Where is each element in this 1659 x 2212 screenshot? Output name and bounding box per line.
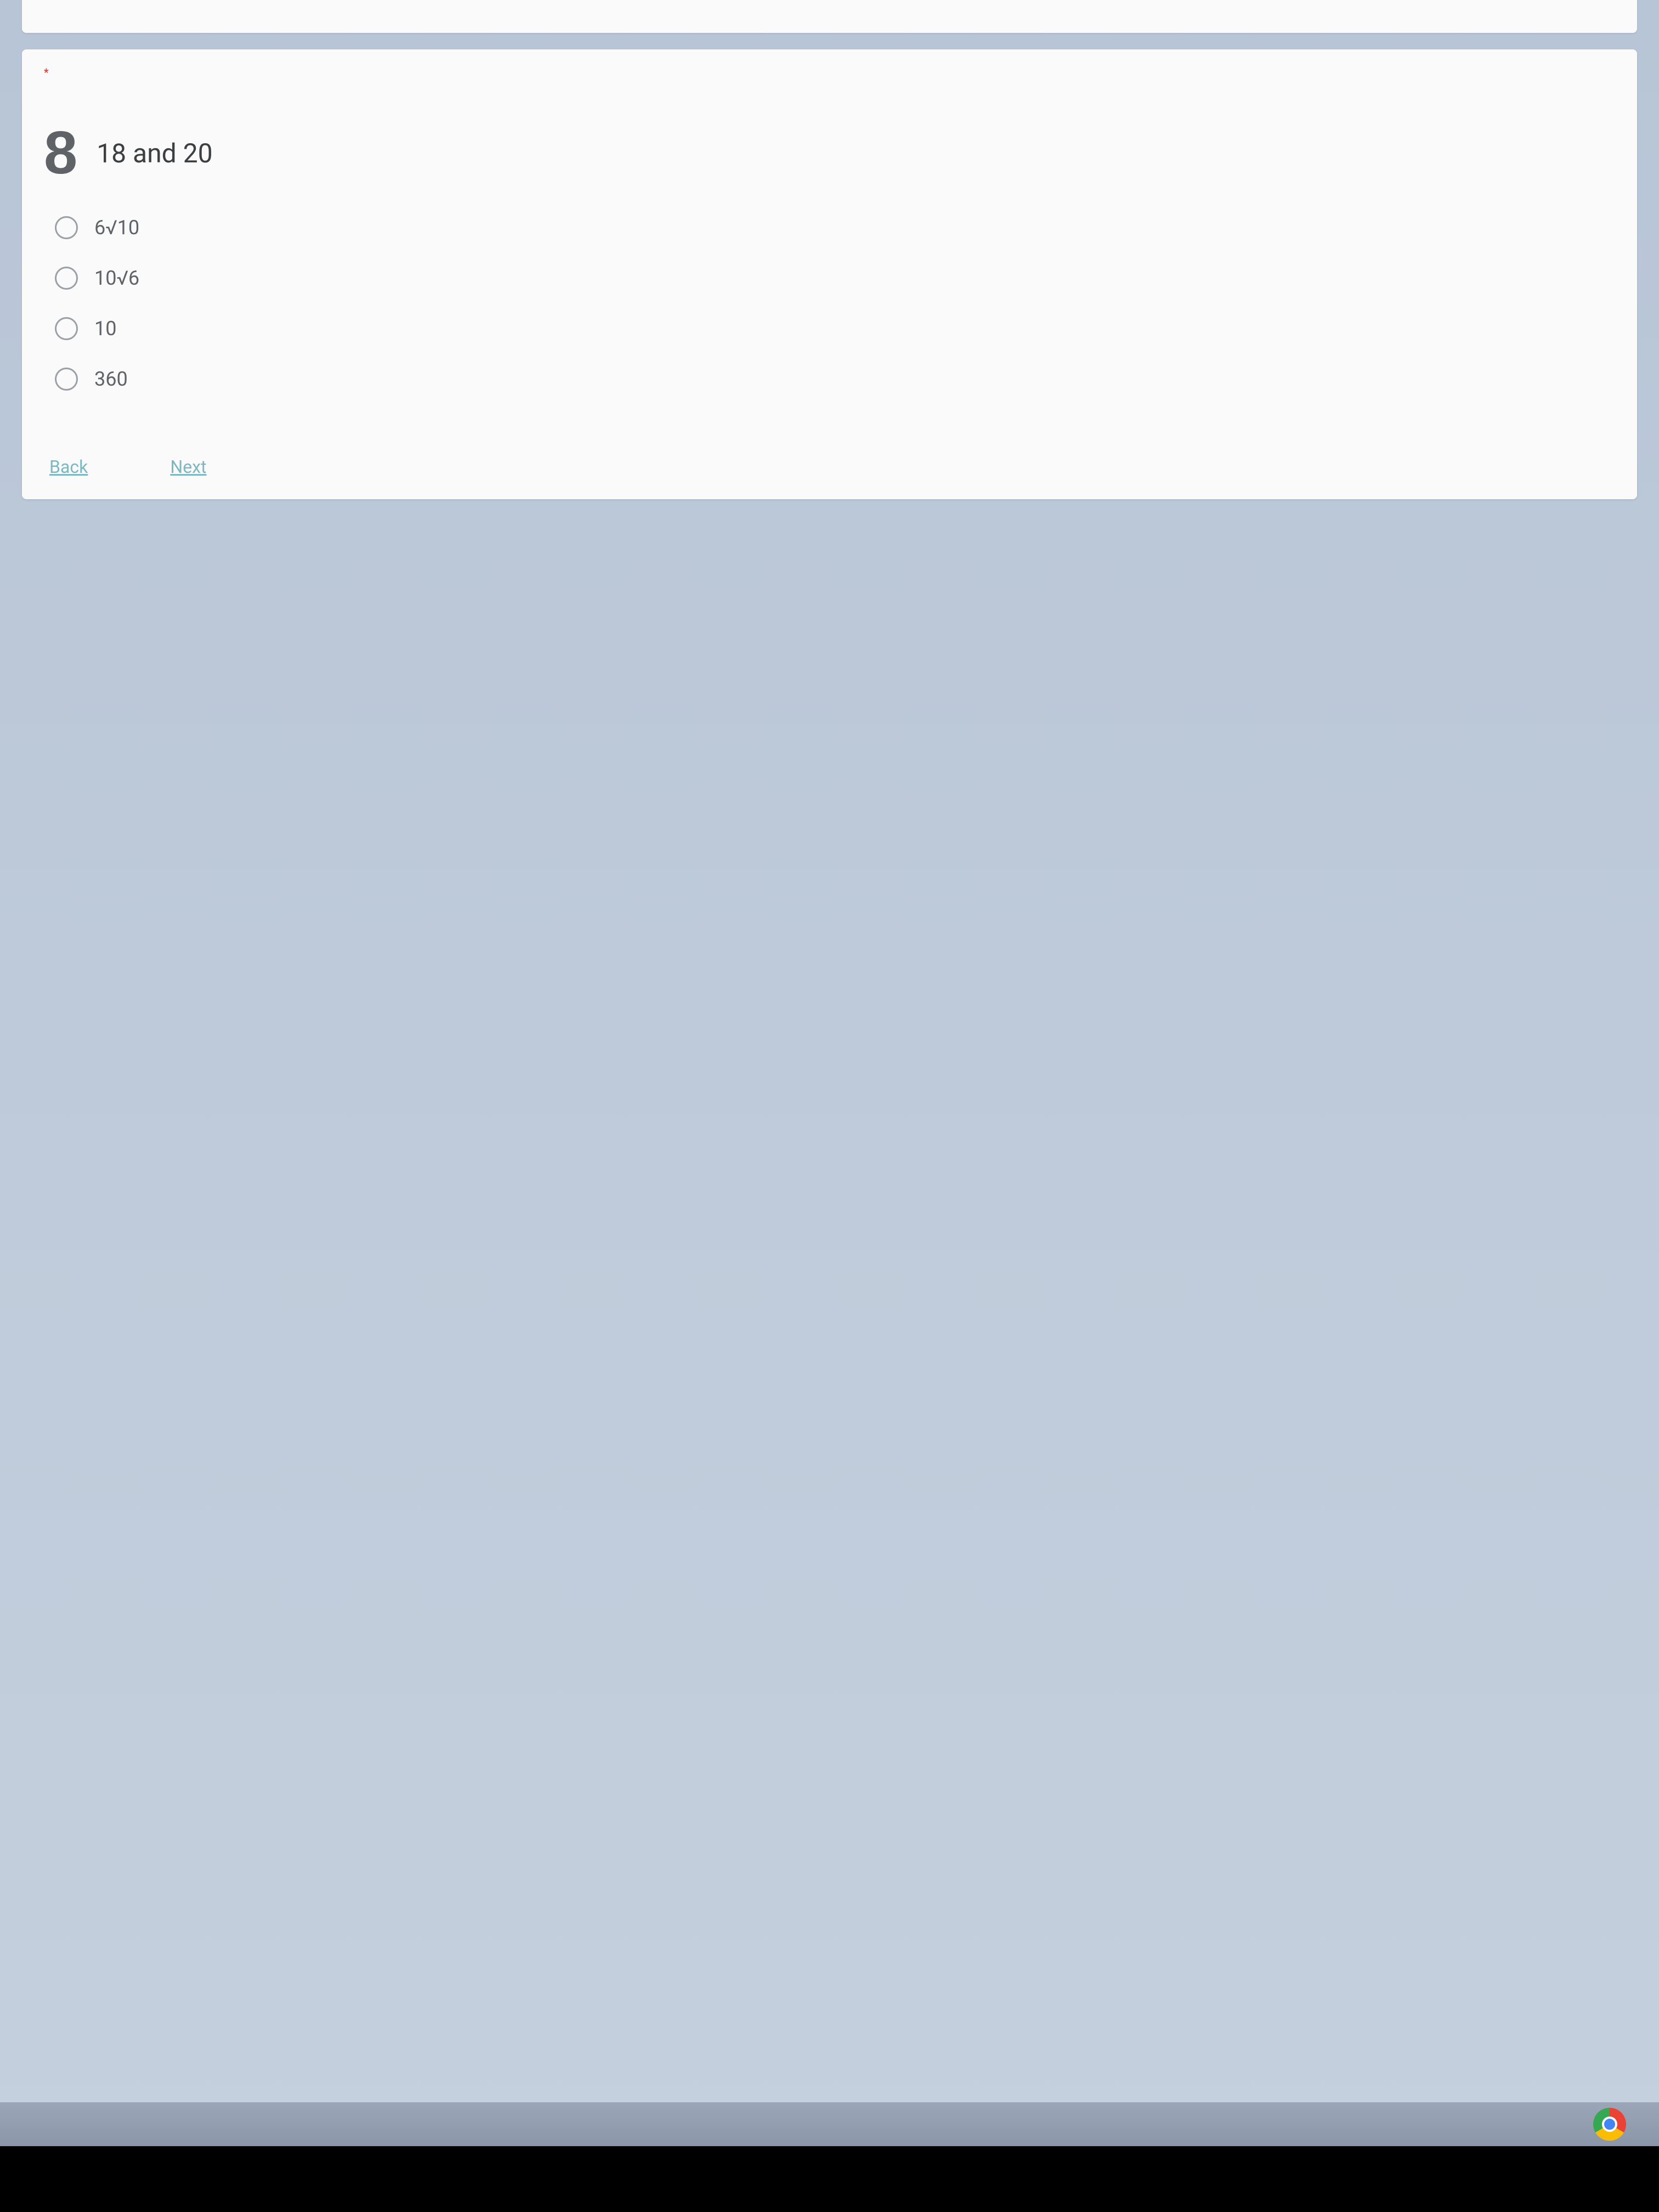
screen-bezel [0, 2146, 1659, 2212]
back-button[interactable]: Back [49, 456, 88, 477]
question-card: * 8 18 and 20 6√10 10√6 10 [22, 49, 1637, 499]
radio-icon [55, 317, 78, 340]
navigation-buttons: Back Next [49, 456, 1615, 477]
required-asterisk: * [44, 66, 1615, 79]
option-label: 6√10 [94, 216, 139, 239]
previous-question-card [22, 0, 1637, 33]
question-text: 18 and 20 [97, 138, 212, 169]
option-2[interactable]: 10√6 [55, 267, 1615, 290]
option-4[interactable]: 360 [55, 368, 1615, 391]
page-wrapper: * 8 18 and 20 6√10 10√6 10 [0, 0, 1659, 2102]
question-header: 8 18 and 20 [44, 123, 1615, 183]
option-3[interactable]: 10 [55, 317, 1615, 340]
option-label: 10√6 [94, 267, 139, 290]
radio-icon [55, 267, 78, 290]
next-button[interactable]: Next [170, 456, 206, 477]
chrome-icon[interactable] [1593, 2108, 1626, 2141]
options-container: 6√10 10√6 10 360 [55, 216, 1615, 391]
taskbar [0, 2102, 1659, 2146]
radio-icon [55, 368, 78, 391]
question-number: 8 [44, 123, 77, 183]
option-label: 10 [94, 317, 116, 340]
option-1[interactable]: 6√10 [55, 216, 1615, 239]
option-label: 360 [94, 368, 128, 391]
radio-icon [55, 216, 78, 239]
